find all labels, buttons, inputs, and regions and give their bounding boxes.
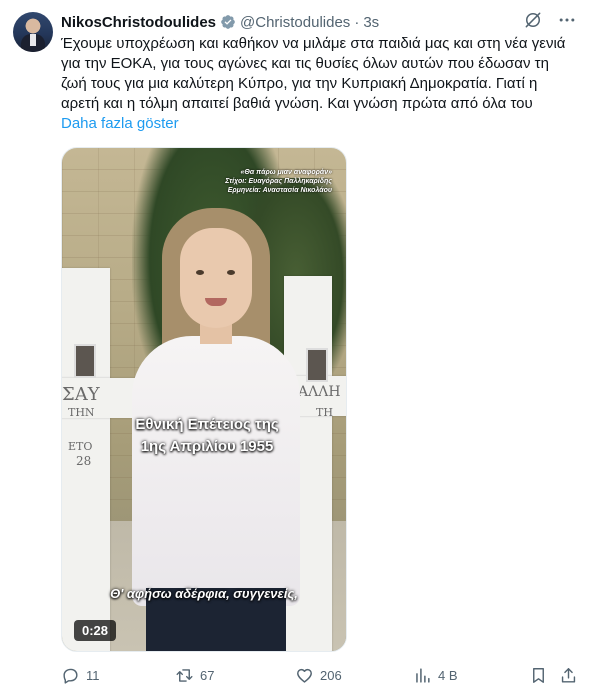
video-subtitle: Θ' αφήσω αδέρφια, συγγενείς, [110,586,298,601]
person-face [180,228,252,328]
person-eye [227,270,235,275]
heart-icon [297,668,312,683]
video-credit-line: «Θα πάρω μιαν αναφοράν» [240,169,332,176]
video-duration-badge: 0:28 [74,620,117,641]
cross-photo [306,348,328,382]
display-name[interactable]: NikosChristodoulides [61,14,216,31]
video-credit-line: Στίχοι: Ευαγόρας Παλληκαρίδης [225,178,332,185]
video-title-line: Εθνική Επέτειος της [135,416,279,433]
video-title-overlay: Εθνική Επέτειος της 1ης Απριλίου 1955 [62,414,346,458]
video-title-line: 1ης Απριλίου 1955 [140,438,274,455]
tweet-header: NikosChristodoulides @Christodulides · 3… [61,12,379,32]
repost-button[interactable]: 67 [175,664,214,686]
avatar-shirt [30,34,36,46]
tweet-text-line: Έχουμε υποχρέωση και καθήκον να μιλάμε σ… [61,35,566,52]
handle[interactable]: @Christodulides [240,14,350,31]
repost-count: 67 [200,667,215,683]
top-actions [523,10,577,30]
verified-badge-icon [221,15,235,29]
timestamp[interactable]: 3s [363,14,379,31]
cross-inscription: ΣΑΥ [62,384,100,405]
views-button[interactable]: 4 B [413,664,458,686]
views-count: 4 B [438,667,458,683]
grok-icon[interactable] [523,10,543,30]
video-credits: «Θα πάρω μιαν αναφοράν» Στίχοι: Ευαγόρας… [225,168,332,195]
tweet-text-line: αρετή και η τόλμη απαιτεί βαθιά γνώση. Κ… [61,95,533,112]
tweet-text-line: ζωή τους για μια καλύτερη Κύπρο, για την… [61,75,538,92]
person-shirt [132,336,300,606]
share-icon [561,667,576,683]
cross-inscription: ΑΛΛΗ [298,384,341,400]
reply-icon [63,668,78,684]
separator-dot: · [354,13,360,31]
bookmark-button[interactable] [529,664,548,686]
tweet-text: Έχουμε υποχρέωση και καθήκον να μιλάμε σ… [61,34,577,114]
tweet-actions: 11 67 206 4 B [61,664,577,686]
video-credit-line: Ερμηνεία: Αναστασία Νικολάου [227,187,332,194]
cross-photo [74,344,96,378]
show-more-link[interactable]: Daha fazla göster [61,115,179,132]
share-button[interactable] [559,664,578,686]
like-button[interactable]: 206 [295,664,342,686]
bookmark-icon [533,667,544,683]
reply-button[interactable]: 11 [61,664,100,686]
reply-count: 11 [86,667,100,683]
like-count: 206 [320,667,342,683]
video-player[interactable]: ΣΑΥ ΤΗΝ ΕΤΟ 28 ΑΛΛΗ ΤΗ «Θα πάρω μιαν ανα… [61,147,347,652]
more-options-icon[interactable] [557,10,577,30]
avatar[interactable] [13,12,53,52]
views-chart-icon [416,667,430,683]
tweet-text-line: για την ΕΟΚΑ, για τους αγώνες και τις θυ… [61,55,549,72]
person-eye [196,270,204,275]
repost-icon [176,668,193,682]
